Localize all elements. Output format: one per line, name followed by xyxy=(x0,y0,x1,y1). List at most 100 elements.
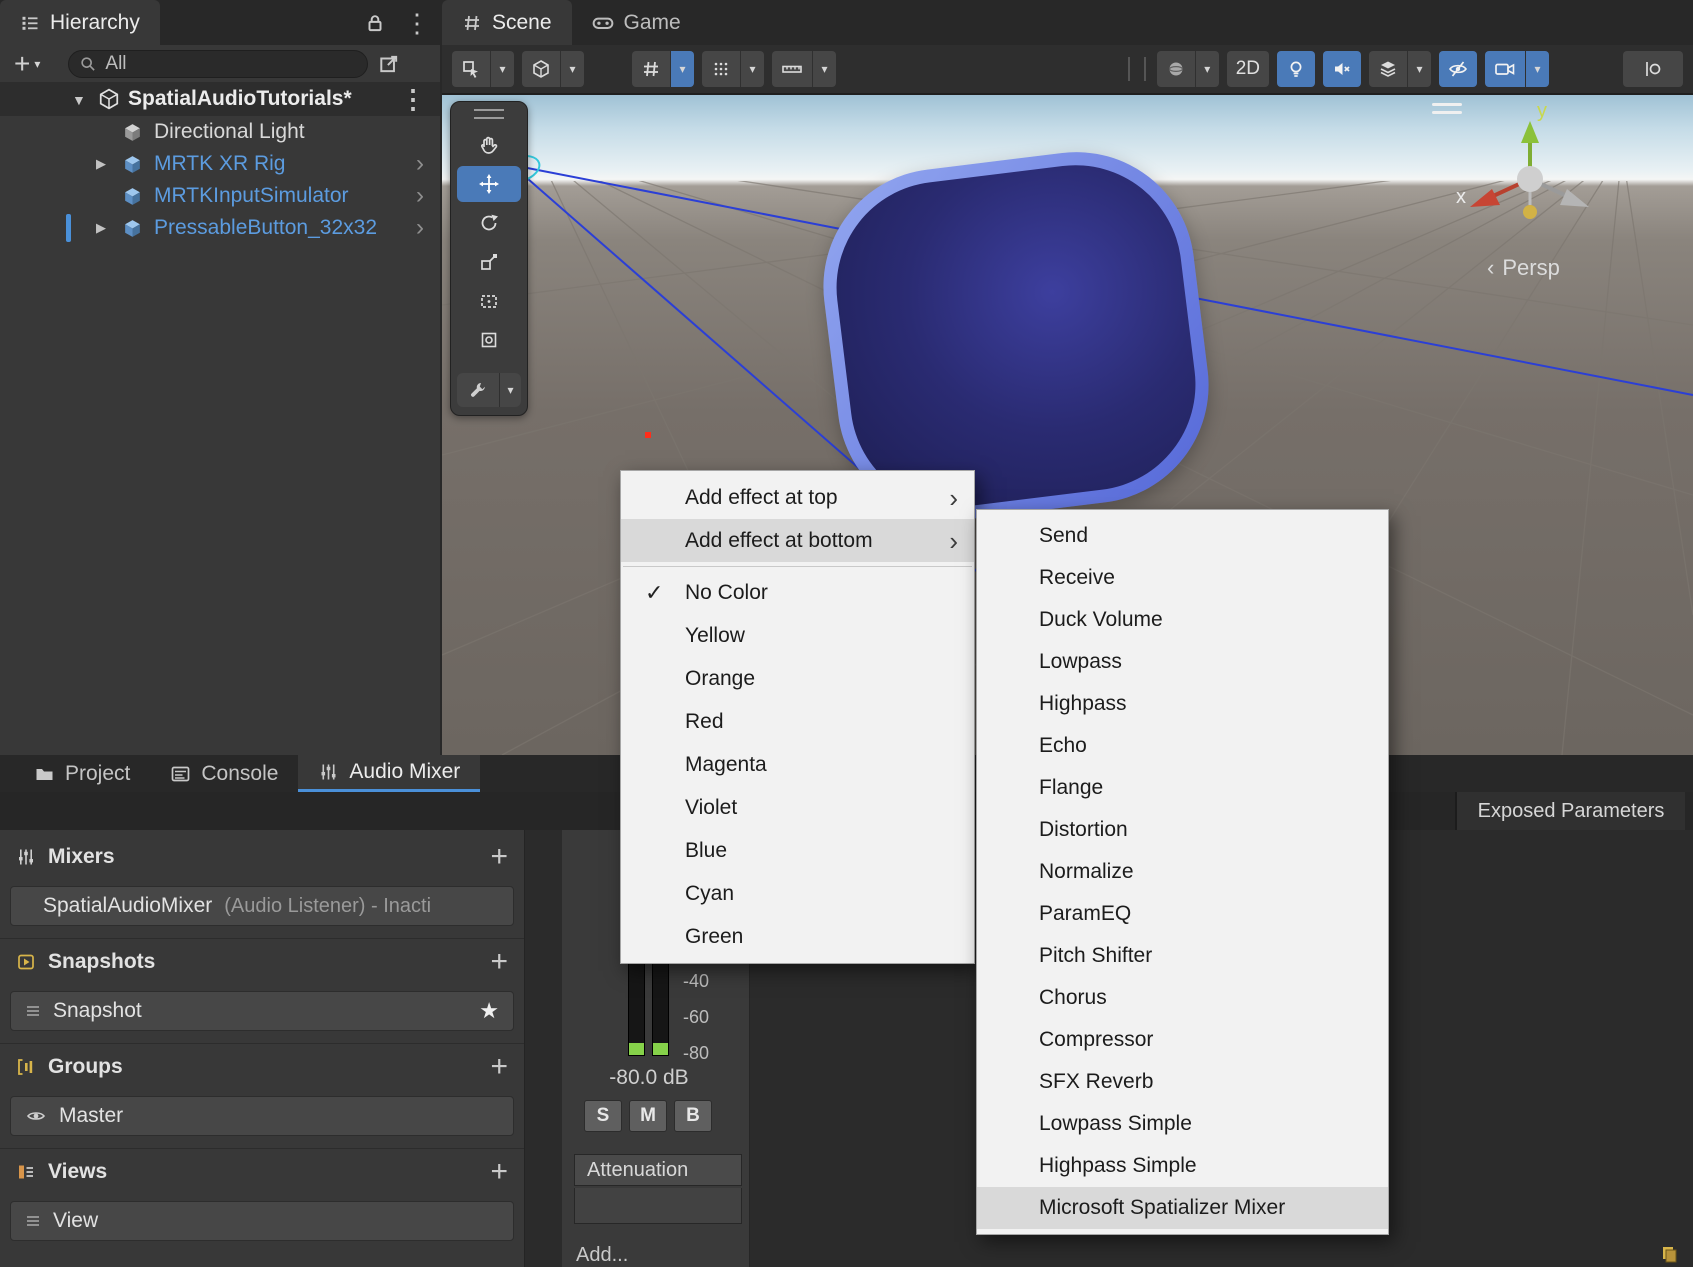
tree-row-pressable-button[interactable]: ▶ PressableButton_32x32 › xyxy=(0,212,440,244)
hand-tool-button[interactable] xyxy=(457,127,521,163)
lighting-toggle-button[interactable] xyxy=(1277,51,1315,87)
tree-row-mrtk-input-simulator[interactable]: MRTKInputSimulator › xyxy=(0,180,440,212)
open-new-window-icon[interactable] xyxy=(378,53,400,75)
chevron-down-icon[interactable]: ▾ xyxy=(1195,51,1219,87)
chevron-down-icon[interactable]: ▾ xyxy=(560,51,584,87)
submenu-item-effect[interactable]: Highpass Simple xyxy=(977,1145,1388,1187)
pivot-button[interactable]: ▾ xyxy=(522,51,584,87)
chevron-down-icon[interactable]: ▾ xyxy=(1407,51,1431,87)
scene-header-row[interactable]: ▼ SpatialAudioTutorials* ⋮ xyxy=(0,82,440,116)
chevron-down-icon[interactable]: ▾ xyxy=(670,51,694,87)
eye-icon[interactable] xyxy=(25,1106,47,1126)
menu-item-color[interactable]: ✓ No Color xyxy=(621,571,974,614)
submenu-item-effect[interactable]: SFX Reverb xyxy=(977,1061,1388,1103)
menu-item-color[interactable]: Blue xyxy=(621,829,974,872)
menu-item-color[interactable]: Magenta xyxy=(621,743,974,786)
search-input[interactable]: All xyxy=(68,50,368,78)
master-group-row[interactable]: Master xyxy=(10,1096,514,1136)
submenu-item-effect[interactable]: Pitch Shifter xyxy=(977,935,1388,977)
menu-item-add-effect-at-bottom[interactable]: Add effect at bottom › xyxy=(621,519,974,562)
chevron-down-icon[interactable]: ▾ xyxy=(499,373,521,407)
add-mixer-button[interactable]: + xyxy=(490,842,508,872)
submenu-item-effect[interactable]: Chorus xyxy=(977,977,1388,1019)
toolbar-overflow-button[interactable] xyxy=(1623,51,1683,87)
scene-visibility-toggle-button[interactable] xyxy=(1439,51,1477,87)
snap-increment-button[interactable]: ▾ xyxy=(772,51,836,87)
prefab-open-chevron-icon[interactable]: › xyxy=(416,214,424,242)
submenu-item-effect[interactable]: Distortion xyxy=(977,809,1388,851)
mute-button[interactable]: M xyxy=(629,1100,667,1132)
submenu-item-effect[interactable]: Echo xyxy=(977,725,1388,767)
chevron-down-icon[interactable]: ▾ xyxy=(1525,51,1549,87)
palette-drag-handle[interactable] xyxy=(474,109,504,119)
default-snapshot-star-icon[interactable]: ★ xyxy=(479,998,499,1024)
submenu-item-effect[interactable]: Flange xyxy=(977,767,1388,809)
submenu-item-effect[interactable]: Highpass xyxy=(977,683,1388,725)
add-effect-button[interactable]: Add... xyxy=(576,1244,628,1267)
submenu-item-microsoft-spatializer-mixer[interactable]: Microsoft Spatializer Mixer xyxy=(977,1187,1388,1229)
chevron-down-icon[interactable]: ▾ xyxy=(490,51,514,87)
add-view-button[interactable]: + xyxy=(490,1157,508,1187)
menu-item-label: SFX Reverb xyxy=(1039,1070,1153,1094)
submenu-item-effect[interactable]: Duck Volume xyxy=(977,599,1388,641)
hierarchy-kebab-icon[interactable]: ⋮ xyxy=(404,8,430,39)
tab-scene[interactable]: Scene xyxy=(442,0,572,45)
scene-orientation-gizmo[interactable]: y x xyxy=(1455,99,1605,244)
audio-mute-toggle-button[interactable] xyxy=(1323,51,1361,87)
tab-console[interactable]: Console xyxy=(150,755,298,792)
grid-visibility-button[interactable]: ▾ xyxy=(632,51,694,87)
tab-hierarchy[interactable]: Hierarchy xyxy=(0,0,160,45)
expand-triangle-icon[interactable]: ▶ xyxy=(96,220,106,236)
tab-game[interactable]: Game xyxy=(572,0,701,45)
transform-tool-button[interactable] xyxy=(457,322,521,358)
prefab-open-chevron-icon[interactable]: › xyxy=(416,182,424,210)
submenu-item-effect[interactable]: ParamEQ xyxy=(977,893,1388,935)
menu-item-color[interactable]: Green xyxy=(621,915,974,958)
menu-item-add-effect-at-top[interactable]: Add effect at top › xyxy=(621,476,974,519)
menu-item-color[interactable]: Cyan xyxy=(621,872,974,915)
submenu-item-effect[interactable]: Normalize xyxy=(977,851,1388,893)
lock-icon[interactable] xyxy=(364,12,386,34)
add-group-button[interactable]: + xyxy=(490,1052,508,1082)
bypass-button[interactable]: B xyxy=(674,1100,712,1132)
tree-row-mrtk-xr-rig[interactable]: ▶ MRTK XR Rig › xyxy=(0,148,440,180)
tool-settings-button[interactable]: ▾ xyxy=(452,51,514,87)
submenu-item-effect[interactable]: Lowpass xyxy=(977,641,1388,683)
menu-item-color[interactable]: Yellow xyxy=(621,614,974,657)
menu-item-color[interactable]: Orange xyxy=(621,657,974,700)
menu-item-color[interactable]: Red xyxy=(621,700,974,743)
submenu-item-effect[interactable]: Receive xyxy=(977,557,1388,599)
prefab-open-chevron-icon[interactable]: › xyxy=(416,150,424,178)
menu-item-color[interactable]: Violet xyxy=(621,786,974,829)
2d-toggle-button[interactable]: 2D xyxy=(1227,51,1269,87)
rotate-tool-button[interactable] xyxy=(457,205,521,241)
rect-tool-button[interactable] xyxy=(457,283,521,319)
scene-kebab-icon[interactable]: ⋮ xyxy=(400,84,426,115)
add-snapshot-button[interactable]: + xyxy=(490,947,508,977)
tree-row-directional-light[interactable]: Directional Light xyxy=(0,116,440,148)
view-row[interactable]: View xyxy=(10,1201,514,1241)
submenu-item-effect[interactable]: Lowpass Simple xyxy=(977,1103,1388,1145)
solo-button[interactable]: S xyxy=(584,1100,622,1132)
exposed-parameters-button[interactable]: Exposed Parameters xyxy=(1455,792,1685,830)
camera-settings-button[interactable]: ▾ xyxy=(1485,51,1549,87)
create-button[interactable]: +▾ xyxy=(14,50,40,78)
perspective-toggle[interactable]: ‹ Persp xyxy=(1487,255,1560,281)
chevron-down-icon[interactable]: ▾ xyxy=(740,51,764,87)
move-tool-button[interactable] xyxy=(457,166,521,202)
expand-triangle-icon[interactable]: ▶ xyxy=(96,156,106,172)
collapse-triangle-icon[interactable]: ▼ xyxy=(72,92,86,108)
tab-audio-mixer[interactable]: Audio Mixer xyxy=(298,755,480,792)
scale-tool-button[interactable] xyxy=(457,244,521,280)
tab-project[interactable]: Project xyxy=(14,755,150,792)
attenuation-effect-slot[interactable]: Attenuation xyxy=(574,1154,742,1186)
custom-tools-button[interactable]: ▾ xyxy=(457,373,521,407)
layers-button[interactable]: ▾ xyxy=(1369,51,1431,87)
chevron-down-icon[interactable]: ▾ xyxy=(812,51,836,87)
mixer-row[interactable]: SpatialAudioMixer (Audio Listener) - Ina… xyxy=(10,886,514,926)
gizmos-button[interactable]: ▾ xyxy=(1157,51,1219,87)
submenu-item-effect[interactable]: Send xyxy=(977,515,1388,557)
submenu-item-effect[interactable]: Compressor xyxy=(977,1019,1388,1061)
grid-snap-button[interactable]: ▾ xyxy=(702,51,764,87)
snapshot-row[interactable]: Snapshot ★ xyxy=(10,991,514,1031)
